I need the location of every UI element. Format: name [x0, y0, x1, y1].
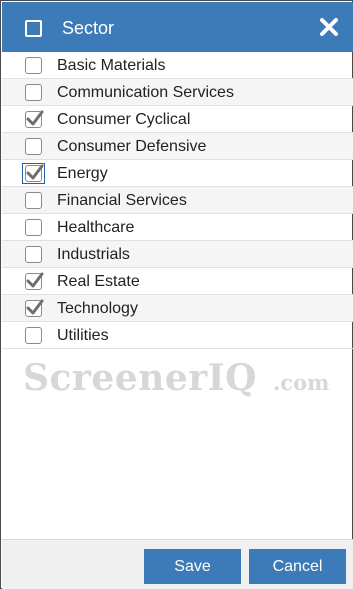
sector-row[interactable]: Industrials — [2, 241, 353, 268]
sector-label: Technology — [57, 300, 138, 317]
watermark-sub: .com — [273, 370, 330, 395]
sector-row[interactable]: Healthcare — [2, 214, 353, 241]
checkbox[interactable] — [25, 327, 42, 344]
sector-row[interactable]: Consumer Cyclical — [2, 106, 353, 133]
watermark-main: ScreenerIQ — [23, 357, 257, 399]
checkbox[interactable] — [25, 57, 42, 74]
checkbox-checked[interactable] — [25, 272, 44, 290]
sector-label: Real Estate — [57, 273, 140, 290]
sector-label: Basic Materials — [57, 57, 166, 74]
sector-row[interactable]: Real Estate — [2, 268, 353, 295]
sector-row[interactable]: Financial Services — [2, 187, 353, 214]
sector-label: Financial Services — [57, 192, 187, 209]
checkbox-checked[interactable] — [25, 299, 44, 317]
checkbox-checked[interactable] — [25, 164, 44, 182]
cancel-button[interactable]: Cancel — [249, 549, 346, 584]
sector-label: Energy — [57, 165, 108, 182]
checkbox[interactable] — [25, 138, 42, 155]
sector-filter-dialog: Sector Basic Materials Communication Serv… — [0, 0, 353, 589]
sector-label: Industrials — [57, 246, 130, 263]
sector-row[interactable]: Communication Services — [2, 79, 353, 106]
save-button[interactable]: Save — [144, 549, 241, 584]
watermark-logo: ScreenerIQ .com — [23, 357, 343, 399]
select-all-checkbox[interactable] — [25, 20, 42, 37]
sector-label: Consumer Defensive — [57, 138, 207, 155]
sector-row[interactable]: Energy — [2, 160, 353, 187]
sector-label: Communication Services — [57, 84, 234, 101]
dialog-footer: Save Cancel — [2, 539, 353, 589]
sector-row[interactable]: Basic Materials — [2, 52, 353, 79]
checkbox[interactable] — [25, 246, 42, 263]
checkbox[interactable] — [25, 84, 42, 101]
checkbox-checked[interactable] — [25, 110, 44, 128]
checkbox[interactable] — [25, 192, 42, 209]
sector-label: Healthcare — [57, 219, 135, 236]
dialog-header: Sector — [2, 2, 353, 52]
sector-row[interactable]: Utilities — [2, 322, 353, 349]
close-icon[interactable] — [318, 16, 340, 38]
sector-list: Basic Materials Communication Services Con… — [2, 52, 353, 349]
sector-row[interactable]: Consumer Defensive — [2, 133, 353, 160]
sector-label: Consumer Cyclical — [57, 111, 191, 128]
checkbox[interactable] — [25, 219, 42, 236]
sector-row[interactable]: Technology — [2, 295, 353, 322]
sector-label: Utilities — [57, 327, 109, 344]
dialog-title: Sector — [62, 18, 115, 38]
